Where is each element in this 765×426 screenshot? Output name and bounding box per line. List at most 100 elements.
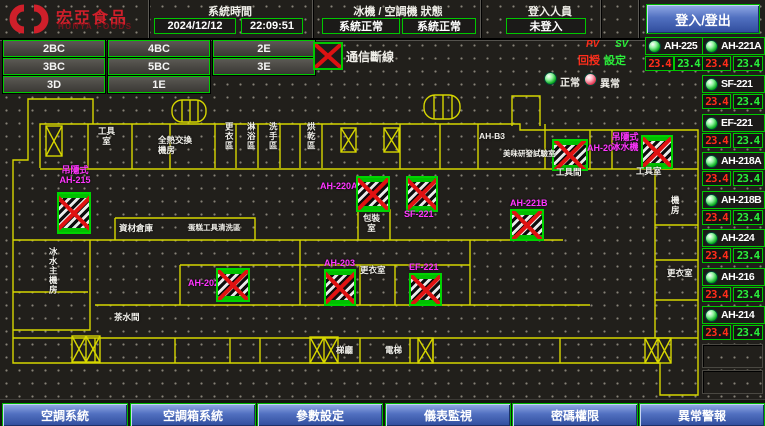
equipment-ah-218b[interactable]: AH-218B bbox=[702, 191, 765, 209]
divider bbox=[638, 0, 640, 38]
equipment-ah-214[interactable]: AH-214 bbox=[702, 306, 765, 324]
comm-fail-label: 通信斷線 bbox=[346, 48, 394, 65]
room-label: 機 房 bbox=[671, 195, 680, 215]
sv-value: 23.4 bbox=[733, 210, 763, 225]
status-lamp-icon bbox=[705, 155, 718, 168]
status-lamp-icon bbox=[705, 78, 718, 91]
pv-label: PV bbox=[586, 39, 599, 50]
sv-value: 23.4 bbox=[733, 325, 763, 340]
login-person-label: 登入人員 bbox=[502, 3, 598, 19]
login-logout-button[interactable]: 登入/登出 bbox=[646, 4, 760, 34]
room-label: 茶水間 bbox=[114, 312, 140, 322]
brand-subtitle: HUNYA FOODS bbox=[58, 22, 133, 31]
floor-button-3e[interactable]: 3E bbox=[213, 58, 315, 75]
floor-button-2bc[interactable]: 2BC bbox=[3, 40, 105, 57]
map-unit-label: 吊隱式 AH-215 bbox=[54, 166, 96, 186]
floor-button-4bc[interactable]: 4BC bbox=[108, 40, 210, 57]
nav-button-ac-system[interactable]: 空調系統 bbox=[2, 403, 128, 426]
floor-button-3bc[interactable]: 3BC bbox=[3, 58, 105, 75]
footer-bar: 空調系統 空調箱系統 參數設定 儀表監視 密碼權限 異常警報 bbox=[0, 399, 765, 426]
pv-value: 23.4 bbox=[702, 287, 731, 302]
sv-value: 23.4 bbox=[733, 133, 763, 148]
floor-button-5bc[interactable]: 5BC bbox=[108, 58, 210, 75]
pv-value: 23.4 bbox=[702, 325, 731, 340]
room-label: 資材倉庫 bbox=[119, 223, 153, 233]
equipment-ah-216[interactable]: AH-216 bbox=[702, 268, 765, 286]
status-lamp-icon bbox=[705, 271, 718, 284]
chiller-ac-status-label: 冰機 / 空調機 狀態 bbox=[318, 3, 478, 19]
room-label: 工具室 bbox=[636, 166, 662, 176]
pv-value: 23.4 bbox=[702, 248, 731, 263]
ahu-icon-ah-220a[interactable] bbox=[356, 176, 390, 212]
map-unit-label: AH-221B bbox=[510, 199, 548, 209]
nav-button-password[interactable]: 密碼權限 bbox=[512, 403, 638, 426]
pv-value: 23.4 bbox=[702, 94, 731, 109]
sv-value: 23.4 bbox=[674, 56, 703, 71]
equipment-ah-224[interactable]: AH-224 bbox=[702, 229, 765, 247]
status-lamp-icon bbox=[705, 194, 718, 207]
chiller-status-display: 系統正常 bbox=[322, 18, 400, 34]
room-label: 烘乾區 bbox=[306, 122, 316, 151]
status-lamp-icon bbox=[705, 232, 718, 245]
setpoint-label: 設定 bbox=[604, 52, 626, 68]
map-unit-label: EF-221 bbox=[409, 263, 439, 273]
ahu-icon-ef-221[interactable] bbox=[409, 273, 442, 306]
map-unit-label: AH-202 bbox=[188, 279, 219, 289]
room-label: 淋浴區 bbox=[246, 122, 256, 151]
normal-label: 正常 bbox=[560, 74, 580, 89]
room-label: 冰水主機房 bbox=[48, 247, 58, 295]
divider bbox=[600, 0, 602, 38]
comm-fail-icon bbox=[313, 42, 343, 70]
equipment-ef-221[interactable]: EF-221 bbox=[702, 114, 765, 132]
equipment-sf-221[interactable]: SF-221 bbox=[702, 75, 765, 93]
header-bar: 宏亞食品 HUNYA FOODS 系統時間 2024/12/12 22:09:5… bbox=[0, 0, 765, 40]
sv-value: 23.4 bbox=[733, 171, 763, 186]
pv-value: 23.4 bbox=[702, 56, 731, 71]
equipment-ah-218a[interactable]: AH-218A bbox=[702, 152, 765, 170]
room-label: 梯廳 bbox=[336, 345, 353, 355]
sv-label: SV bbox=[615, 39, 628, 50]
nav-button-alarms[interactable]: 異常警報 bbox=[639, 403, 765, 426]
map-unit-label: SF-221 bbox=[404, 210, 434, 220]
room-label: 蛋糕工具清洗區 bbox=[188, 223, 241, 232]
room-label: 電梯 bbox=[385, 345, 402, 355]
room-label: 更衣室 bbox=[667, 268, 693, 278]
status-lamp-icon bbox=[705, 117, 718, 130]
ahu-icon-ah-215[interactable] bbox=[57, 192, 91, 234]
equipment-ah-225[interactable]: AH-225 bbox=[645, 37, 703, 55]
empty-panel-slot bbox=[702, 344, 763, 368]
pv-value: 23.4 bbox=[645, 56, 674, 71]
sv-value: 23.4 bbox=[733, 287, 763, 302]
status-lamp-icon bbox=[705, 309, 718, 322]
ahu-icon-chiller[interactable] bbox=[641, 135, 673, 169]
divider bbox=[312, 0, 314, 38]
room-label: 工具間 bbox=[556, 167, 582, 177]
time-display: 22:09:51 bbox=[241, 18, 303, 34]
ahu-icon-ah-202[interactable] bbox=[216, 268, 250, 302]
room-label: 美味研發試驗室 bbox=[503, 149, 556, 158]
floor-button-2e[interactable]: 2E bbox=[213, 40, 315, 57]
sv-value: 23.4 bbox=[733, 56, 763, 71]
equipment-ah-221a[interactable]: AH-221A bbox=[702, 37, 765, 55]
ahu-icon-ah-203[interactable] bbox=[324, 269, 356, 306]
ac-status-display: 系統正常 bbox=[402, 18, 476, 34]
sv-value: 23.4 bbox=[733, 248, 763, 263]
floor-button-1e[interactable]: 1E bbox=[108, 76, 210, 93]
room-label: 更衣室 bbox=[360, 265, 386, 275]
ahu-icon-ah-221b[interactable] bbox=[510, 209, 544, 241]
abnormal-lamp-icon bbox=[584, 73, 597, 86]
nav-button-meters[interactable]: 儀表監視 bbox=[385, 403, 511, 426]
floor-button-3d[interactable]: 3D bbox=[3, 76, 105, 93]
nav-button-parameters[interactable]: 參數設定 bbox=[257, 403, 383, 426]
feedback-label: 回授 bbox=[578, 52, 600, 68]
pv-value: 23.4 bbox=[702, 171, 731, 186]
room-label: AH-B3 bbox=[479, 131, 505, 141]
room-label: 全熱交換 機房 bbox=[158, 135, 192, 155]
map-unit-label: 吊隱式 冰水機 bbox=[610, 133, 640, 153]
divider bbox=[480, 0, 482, 38]
abnormal-label: 異常 bbox=[600, 75, 620, 90]
nav-button-ahu-system[interactable]: 空調箱系統 bbox=[130, 403, 256, 426]
ahu-icon-sf-221[interactable] bbox=[406, 176, 438, 212]
status-lamp-icon bbox=[705, 40, 718, 53]
hmi-screen: 吊隱式 AH-215 AH-220A SF-221 AH-204 吊隱式 冰水機… bbox=[0, 0, 765, 426]
